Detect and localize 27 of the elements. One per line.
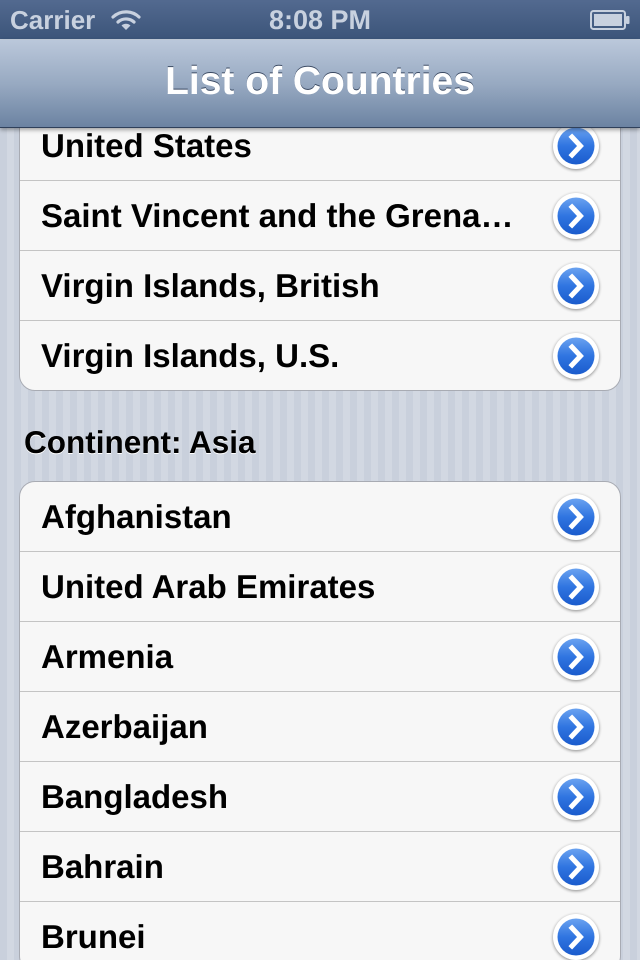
carrier-name: Carrier [10, 4, 96, 34]
country-name[interactable]: United States [41, 128, 252, 164]
chevron-circle-icon[interactable] [552, 632, 600, 680]
country-name[interactable]: Armenia [41, 638, 174, 674]
chevron-circle-icon[interactable] [552, 702, 600, 750]
country-name[interactable]: Azerbaijan [41, 708, 208, 744]
country-name[interactable]: Bangladesh [41, 778, 228, 814]
nav-title: List of Countries [165, 58, 475, 104]
chevron-circle-icon[interactable] [552, 192, 600, 240]
country-name[interactable]: Afghanistan [41, 498, 232, 534]
chevron-circle-icon[interactable] [552, 332, 600, 380]
chevron-circle-icon[interactable] [552, 772, 600, 820]
status-time: 8:08 PM [268, 4, 372, 34]
chevron-circle-icon[interactable] [552, 912, 600, 960]
battery-icon [590, 10, 630, 30]
country-name[interactable]: Bahrain [41, 848, 164, 884]
chevron-circle-icon[interactable] [552, 262, 600, 310]
section-header: Continent: Asia [24, 424, 256, 460]
chevron-circle-icon[interactable] [552, 492, 600, 540]
country-name[interactable]: Virgin Islands, U.S. [41, 338, 340, 374]
country-name[interactable]: Brunei [41, 918, 146, 954]
chevron-circle-icon[interactable] [552, 562, 600, 610]
country-name[interactable]: United Arab Emirates [41, 568, 376, 604]
country-name[interactable]: Saint Vincent and the Grena… [41, 198, 514, 234]
chevron-circle-icon[interactable] [552, 842, 600, 890]
country-name[interactable]: Virgin Islands, British [41, 268, 380, 304]
wifi-icon [111, 8, 142, 30]
